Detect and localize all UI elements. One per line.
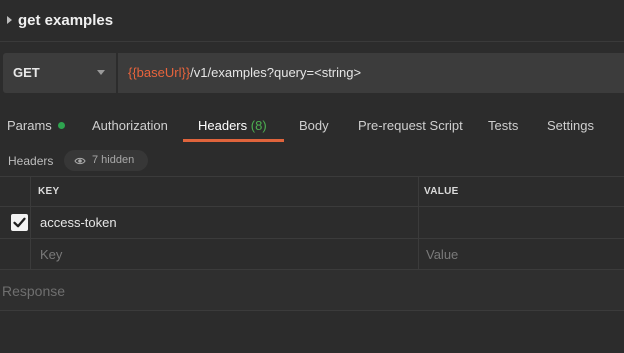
headers-subheader: Headers 7 hidden xyxy=(0,149,624,175)
url-variable: {{baseUrl}} xyxy=(128,65,191,80)
new-key-input[interactable]: Key xyxy=(40,247,62,262)
params-status-dot xyxy=(57,122,65,129)
tab-settings-label: Settings xyxy=(547,118,594,133)
tab-authorization[interactable]: Authorization xyxy=(92,108,168,143)
column-header-value: VALUE xyxy=(424,186,459,197)
method-select[interactable]: GET xyxy=(3,53,116,93)
header-key-cell[interactable]: access-token xyxy=(40,215,117,230)
header-enabled-checkbox[interactable] xyxy=(11,214,28,231)
url-path: /v1/examples?query=<string> xyxy=(190,65,362,80)
tab-headers[interactable]: Headers (8) xyxy=(198,108,267,143)
tab-headers-label: Headers xyxy=(198,118,248,133)
table-row-new: Key Value xyxy=(0,239,624,270)
hidden-headers-toggle[interactable]: 7 hidden xyxy=(64,150,148,171)
request-title-bar: get examples xyxy=(0,0,624,42)
method-label: GET xyxy=(13,65,40,80)
tab-authorization-label: Authorization xyxy=(92,118,168,133)
hidden-count-label: 7 hidden xyxy=(92,154,135,166)
headers-section-label: Headers xyxy=(8,154,54,168)
tab-pre-request-script[interactable]: Pre-request Script xyxy=(358,108,463,143)
tab-settings[interactable]: Settings xyxy=(547,108,594,143)
column-header-key: KEY xyxy=(38,186,60,197)
response-label[interactable]: Response xyxy=(2,283,65,299)
request-tabs: Params Authorization Headers (8) Body Pr… xyxy=(0,108,624,143)
collapse-caret-icon[interactable] xyxy=(7,16,12,24)
eye-icon xyxy=(74,157,86,165)
tab-params-label: Params xyxy=(7,118,52,133)
headers-count: (8) xyxy=(250,118,267,133)
tab-body-label: Body xyxy=(299,118,329,133)
request-name[interactable]: get examples xyxy=(18,12,113,29)
tab-body[interactable]: Body xyxy=(299,108,329,143)
tab-tests-label: Tests xyxy=(488,118,519,133)
url-input[interactable]: {{baseUrl}}/v1/examples?query=<string> xyxy=(117,53,624,93)
response-divider xyxy=(0,310,624,311)
active-tab-indicator xyxy=(183,139,284,142)
url-bar: GET {{baseUrl}}/v1/examples?query=<strin… xyxy=(3,53,624,93)
tab-params[interactable]: Params xyxy=(7,108,65,143)
response-header-bar xyxy=(0,270,624,310)
chevron-down-icon xyxy=(97,70,105,75)
checkmark-icon xyxy=(13,217,26,228)
tab-tests[interactable]: Tests xyxy=(488,108,518,143)
table-row: access-token xyxy=(0,207,624,239)
table-header-row: KEY VALUE xyxy=(0,176,624,207)
tab-pre-request-script-label: Pre-request Script xyxy=(358,118,463,133)
new-value-input[interactable]: Value xyxy=(426,247,458,262)
